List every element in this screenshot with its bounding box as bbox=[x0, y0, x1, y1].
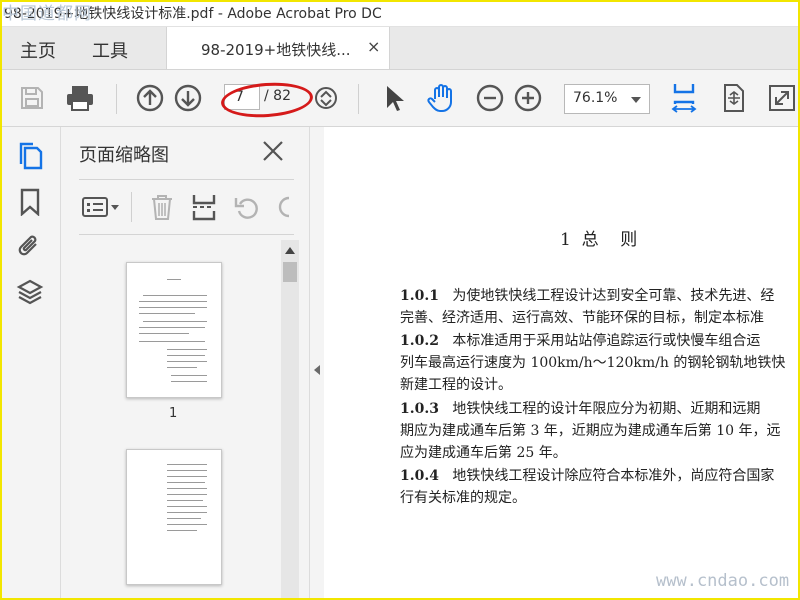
bookmark-icon[interactable] bbox=[15, 187, 45, 217]
clause-line: 新建工程的设计。 bbox=[400, 377, 512, 393]
tab-tools[interactable]: 工具 bbox=[92, 37, 128, 63]
page-nav-dropdown-icon[interactable] bbox=[310, 82, 342, 114]
document-view[interactable]: 1 总 则 1.0.1 为使地铁快线工程设计达到安全可靠、技术先进、经 完善、经… bbox=[324, 127, 800, 600]
rotate-right-icon[interactable] bbox=[277, 192, 291, 222]
panel-toolbar bbox=[79, 179, 294, 235]
clause-line: 完善、经济适用、运行高效、节能环保的目标，制定本标准 bbox=[400, 310, 764, 326]
thumbnail-text-line bbox=[167, 524, 207, 525]
toolbar-divider bbox=[358, 84, 359, 114]
insert-page-icon[interactable] bbox=[191, 192, 217, 222]
thumbnail-options-icon[interactable] bbox=[81, 192, 121, 222]
watermark-url: www.cndao.com bbox=[656, 571, 790, 591]
next-page-icon[interactable] bbox=[172, 82, 204, 114]
thumbnail-text-line bbox=[167, 530, 197, 531]
thumbnail-text-line bbox=[139, 327, 205, 328]
toolbar: 7 / 82 76.1% bbox=[0, 70, 800, 127]
thumbnail-text-line bbox=[143, 321, 207, 322]
fit-width-icon[interactable] bbox=[668, 82, 700, 114]
hand-tool-icon[interactable] bbox=[426, 82, 458, 114]
thumbnail-text-line bbox=[167, 464, 207, 465]
thumbnail-text-line bbox=[167, 279, 181, 280]
thumbnail-text-line bbox=[167, 476, 207, 477]
clause-number: 1.0.1 bbox=[400, 288, 439, 304]
attachment-icon[interactable] bbox=[15, 231, 45, 261]
rotate-left-icon[interactable] bbox=[234, 192, 260, 222]
tab-home[interactable]: 主页 bbox=[20, 37, 56, 63]
tab-document-label: 98-2019+地铁快线... bbox=[201, 41, 351, 59]
close-panel-icon[interactable] bbox=[261, 139, 285, 167]
thumbnail-text-line bbox=[167, 506, 207, 507]
thumbnail-text-line bbox=[167, 367, 197, 368]
thumbnail-text-line bbox=[167, 500, 203, 501]
clause-line: 1.0.4 地铁快线工程设计除应符合本标准外，尚应符合国家 bbox=[400, 465, 774, 485]
page-thumbnails-icon[interactable] bbox=[15, 141, 45, 171]
thumbnail-text-line bbox=[139, 341, 205, 342]
zoom-out-icon[interactable] bbox=[474, 82, 506, 114]
page-thumbnail[interactable] bbox=[126, 262, 222, 398]
thumbnails-panel: 页面缩略图 1 bbox=[61, 127, 310, 600]
tab-bar: 主页 工具 98-2019+地铁快线... × bbox=[0, 27, 800, 70]
delete-page-icon[interactable] bbox=[149, 192, 175, 222]
zoom-in-icon[interactable] bbox=[512, 82, 544, 114]
clause-line: 1.0.3 地铁快线工程的设计年限应分为初期、近期和远期 bbox=[400, 398, 760, 418]
navigation-rail bbox=[0, 127, 61, 600]
thumbnail-text-line bbox=[139, 333, 189, 334]
clause-line: 1.0.1 为使地铁快线工程设计达到安全可靠、技术先进、经 bbox=[400, 285, 774, 305]
thumbnail-text-line bbox=[167, 355, 205, 356]
thumbnail-text-line bbox=[171, 381, 207, 382]
fit-page-icon[interactable] bbox=[718, 82, 750, 114]
panel-title: 页面缩略图 bbox=[79, 145, 169, 166]
scroll-up-icon[interactable] bbox=[281, 240, 299, 260]
clause-line: 期应为建成通车后第 3 年，近期应为建成通车后第 10 年，远 bbox=[400, 423, 781, 439]
page-thumbnail[interactable] bbox=[126, 449, 222, 585]
thumbnail-text-line bbox=[167, 488, 207, 489]
thumbnail-text-line bbox=[171, 375, 207, 376]
thumbnails-scrollbar[interactable] bbox=[281, 240, 299, 600]
previous-page-icon[interactable] bbox=[134, 82, 166, 114]
thumbnail-text-line bbox=[143, 295, 207, 296]
print-icon[interactable] bbox=[64, 82, 96, 114]
zoom-value: 76.1% bbox=[573, 90, 618, 106]
scrollbar-thumb[interactable] bbox=[283, 262, 297, 282]
thumbnail-text-line bbox=[139, 301, 207, 302]
thumbnail-text-line bbox=[167, 512, 207, 513]
collapse-panel-icon[interactable] bbox=[314, 365, 320, 375]
panel-splitter[interactable] bbox=[310, 127, 324, 600]
close-tab-icon[interactable]: × bbox=[367, 37, 380, 56]
select-cursor-icon[interactable] bbox=[378, 82, 410, 114]
zoom-select[interactable]: 76.1% bbox=[564, 84, 650, 114]
clause-line: 1.0.2 本标准适用于采用站站停追踪运行或快慢车组合运 bbox=[400, 330, 760, 350]
thumbnail-text-line bbox=[139, 307, 207, 308]
full-screen-icon[interactable] bbox=[766, 82, 798, 114]
panel-divider bbox=[131, 192, 132, 222]
clause-number: 1.0.2 bbox=[400, 333, 439, 349]
thumbnail-text-line bbox=[167, 349, 207, 350]
clause-text: 本标准适用于采用站站停追踪运行或快慢车组合运 bbox=[452, 333, 761, 349]
chevron-down-icon bbox=[631, 97, 641, 103]
title-bar: 98-2019+地铁快线设计标准.pdf - Adobe Acrobat Pro… bbox=[0, 0, 800, 27]
thumbnail-text-line bbox=[167, 361, 207, 362]
toolbar-divider bbox=[116, 84, 117, 114]
layers-icon[interactable] bbox=[15, 277, 45, 307]
chapter-heading: 1 总 则 bbox=[560, 230, 638, 250]
thumbnail-text-line bbox=[167, 494, 207, 495]
watermark-logo: 中国道都网 bbox=[2, 4, 92, 24]
clause-line: 列车最高运行速度为 100km/h～120km/h 的钢轮钢轨地铁快 bbox=[400, 355, 786, 371]
clause-line: 应为建成通车后第 25 年。 bbox=[400, 445, 567, 461]
clause-number: 1.0.3 bbox=[400, 401, 439, 417]
thumbnail-label: 1 bbox=[169, 406, 178, 421]
clause-text: 地铁快线工程设计除应符合本标准外，尚应符合国家 bbox=[452, 468, 775, 484]
save-icon[interactable] bbox=[16, 82, 48, 114]
thumbnail-text-line bbox=[167, 518, 201, 519]
tab-document[interactable]: 98-2019+地铁快线... × bbox=[166, 27, 390, 69]
thumbnail-text-line bbox=[139, 313, 195, 314]
clause-text: 为使地铁快线工程设计达到安全可靠、技术先进、经 bbox=[452, 288, 775, 304]
clause-text: 地铁快线工程的设计年限应分为初期、近期和远期 bbox=[452, 401, 761, 417]
thumbnail-text-line bbox=[167, 470, 207, 471]
clause-line: 行有关标准的规定。 bbox=[400, 490, 526, 506]
thumbnail-text-line bbox=[167, 482, 205, 483]
clause-number: 1.0.4 bbox=[400, 468, 439, 484]
